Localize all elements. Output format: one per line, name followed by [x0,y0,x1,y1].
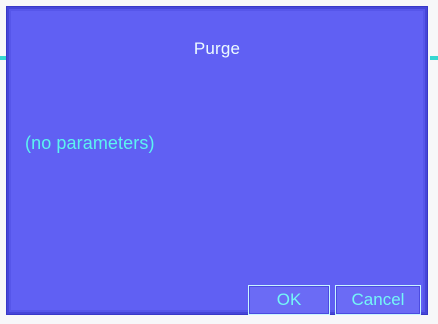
parameters-text: (no parameters) [25,133,155,153]
cancel-button[interactable]: Cancel [335,285,421,315]
ok-button[interactable]: OK [248,285,330,315]
screen: Purge (no parameters) OK Cancel [0,0,438,324]
purge-dialog: Purge (no parameters) OK Cancel [7,7,427,315]
dialog-title: Purge [193,39,241,58]
right-edge-line [430,56,438,60]
